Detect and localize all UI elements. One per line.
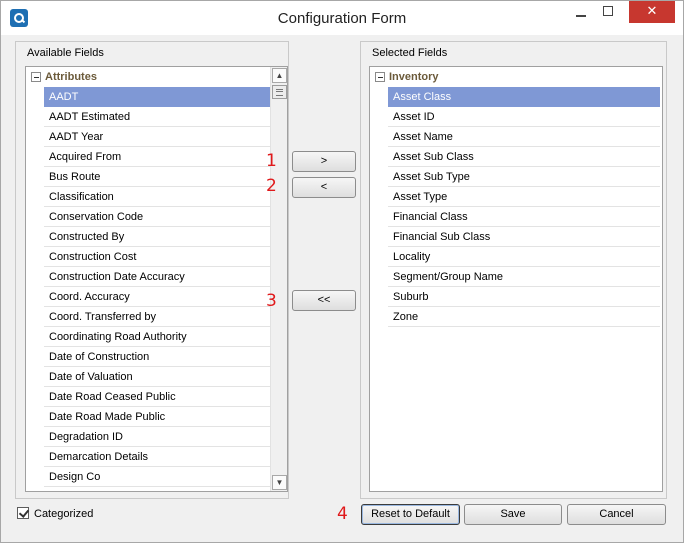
list-item[interactable]: Financial Class [388,207,660,227]
list-item[interactable]: Date Road Ceased Public [44,387,270,407]
list-item[interactable]: Zone [388,307,660,327]
selected-fields-list[interactable]: Inventory Asset Class Asset ID Asset Name A… [369,66,663,492]
list-item[interactable]: Date Road Made Public [44,407,270,427]
list-item[interactable]: Construction Cost [44,247,270,267]
list-item[interactable]: Date of Construction [44,347,270,367]
list-item[interactable]: Constructed By [44,227,270,247]
configuration-form-window: Configuration Form ✕ Available Fields At… [0,0,684,543]
list-item[interactable]: Coordinating Road Authority [44,327,270,347]
categorized-checkbox[interactable] [17,507,29,519]
list-item[interactable]: Asset ID [388,107,660,127]
selected-fields-label: Selected Fields [372,47,448,59]
available-category-header[interactable]: Attributes [26,67,287,87]
list-item[interactable]: Asset Sub Type [388,167,660,187]
list-item[interactable]: Coord. Accuracy [44,287,270,307]
collapse-icon[interactable] [375,72,385,82]
selected-category-label: Inventory [389,71,439,83]
available-fields-list[interactable]: Attributes AADT AADT Estimated AADT Year Ac… [25,66,288,492]
title-bar: Configuration Form ✕ [1,1,683,35]
available-fields-label: Available Fields [27,47,104,59]
list-item[interactable]: Demarcation Details [44,447,270,467]
list-item[interactable]: Acquired From [44,147,270,167]
remove-field-button[interactable]: < [292,177,356,198]
list-item[interactable]: AADT Estimated [44,107,270,127]
list-item[interactable]: Asset Sub Class [388,147,660,167]
available-fields-group: Available Fields Attributes AADT AADT Est… [15,41,289,499]
list-item[interactable]: AADT Year [44,127,270,147]
categorized-label: Categorized [34,508,94,520]
close-icon: ✕ [646,3,658,18]
marker-2: 2 [266,176,277,196]
list-item[interactable]: Financial Sub Class [388,227,660,247]
reset-to-default-button[interactable]: Reset to Default [361,504,460,525]
list-item[interactable]: Segment/Group Name [388,267,660,287]
add-field-button[interactable]: > [292,151,356,172]
list-item[interactable]: Date of Valuation [44,367,270,387]
remove-all-button[interactable]: << [292,290,356,311]
collapse-icon[interactable] [31,72,41,82]
list-item[interactable]: Suburb [388,287,660,307]
save-button[interactable]: Save [464,504,562,525]
scroll-thumb[interactable] [272,85,287,99]
minimize-button[interactable] [570,1,592,23]
list-item[interactable]: Conservation Code [44,207,270,227]
list-item[interactable]: Asset Type [388,187,660,207]
marker-4: 4 [337,504,348,524]
scroll-down-icon[interactable]: ▼ [272,475,287,490]
list-item[interactable]: Degradation ID [44,427,270,447]
selected-category-header[interactable]: Inventory [370,67,662,87]
list-item[interactable]: Asset Class [388,87,660,107]
list-item[interactable]: Design Co [44,467,270,487]
list-item[interactable]: Construction Date Accuracy [44,267,270,287]
list-item[interactable]: Locality [388,247,660,267]
list-item[interactable]: Coord. Transferred by [44,307,270,327]
marker-3: 3 [266,291,277,311]
list-item[interactable]: AADT [44,87,270,107]
selected-fields-group: Selected Fields Inventory Asset Class Ass… [360,41,667,499]
close-button[interactable]: ✕ [629,1,675,23]
scroll-up-icon[interactable]: ▲ [272,68,287,83]
list-item[interactable]: Asset Name [388,127,660,147]
available-scrollbar[interactable]: ▲ ▼ [270,67,287,491]
available-category-label: Attributes [45,71,97,83]
cancel-button[interactable]: Cancel [567,504,666,525]
list-item[interactable]: Classification [44,187,270,207]
marker-1: 1 [266,151,277,171]
maximize-button[interactable] [597,1,619,23]
list-item[interactable]: Bus Route [44,167,270,187]
